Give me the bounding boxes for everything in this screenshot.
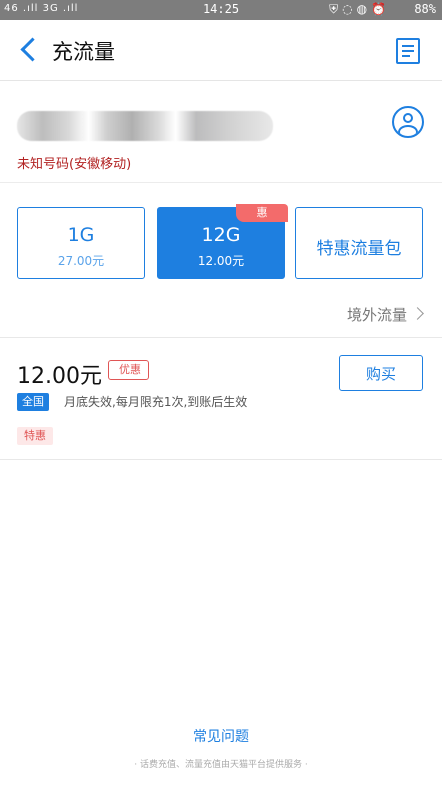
package-label: 特惠流量包 [316,239,402,259]
lock-icon: ◍ [356,2,372,16]
package-size: 1G [67,224,95,246]
status-bar: 46 .ıll 3G .ıll 14:25 ⛨◌◍⏰ 88% [0,0,442,20]
carrier-label: 未知号码(安徽移动) [17,157,132,172]
shield-icon: ⛨ [329,2,343,16]
scope-tag: 全国 [17,393,49,411]
status-icons: ⛨◌◍⏰ [329,2,390,17]
service-note: · 话费充值、流量充值由天猫平台提供服务 · [134,760,308,770]
package-1g[interactable]: 1G 27.00元 [17,207,145,279]
records-list-icon[interactable] [396,38,420,64]
app-header: 充流量 [0,20,442,81]
back-arrow-icon[interactable] [14,34,44,64]
buy-button[interactable]: 购买 [339,355,423,391]
selected-price: 12.00元 [17,364,102,389]
discount-corner-badge: 惠 [236,204,288,222]
page-title: 充流量 [52,40,115,64]
package-12g[interactable]: 惠 12G 12.00元 [157,204,288,279]
chevron-right-icon [411,307,424,320]
account-section: 未知号码(安徽移动) [0,81,442,183]
divider [0,459,442,460]
package-options: 1G 27.00元 惠 12G 12.00元 特惠流量包 [0,204,442,283]
package-description: 月底失效,每月限充1次,到账后生效 [64,395,248,409]
package-special-offers[interactable]: 特惠流量包 [295,207,423,279]
package-price: 27.00元 [57,254,105,268]
package-detail: 12.00元 优惠 购买 全国 月底失效,每月限充1次,到账后生效 特惠 [0,338,442,458]
contacts-avatar-icon[interactable] [392,106,424,138]
overseas-label: 境外流量 [346,306,407,324]
faq-link[interactable]: 常见问题 [0,726,442,746]
package-size: 12G [201,224,241,246]
nfc-icon: ◌ [342,2,357,16]
phone-number-input-blurred[interactable] [17,111,273,141]
alarm-icon: ⏰ [371,2,390,16]
special-tag: 特惠 [17,427,53,445]
battery-level: 88% [414,2,436,16]
overseas-data-link[interactable]: 境外流量 [346,304,424,325]
package-price: 12.00元 [197,254,245,268]
discount-badge: 优惠 [108,360,149,380]
